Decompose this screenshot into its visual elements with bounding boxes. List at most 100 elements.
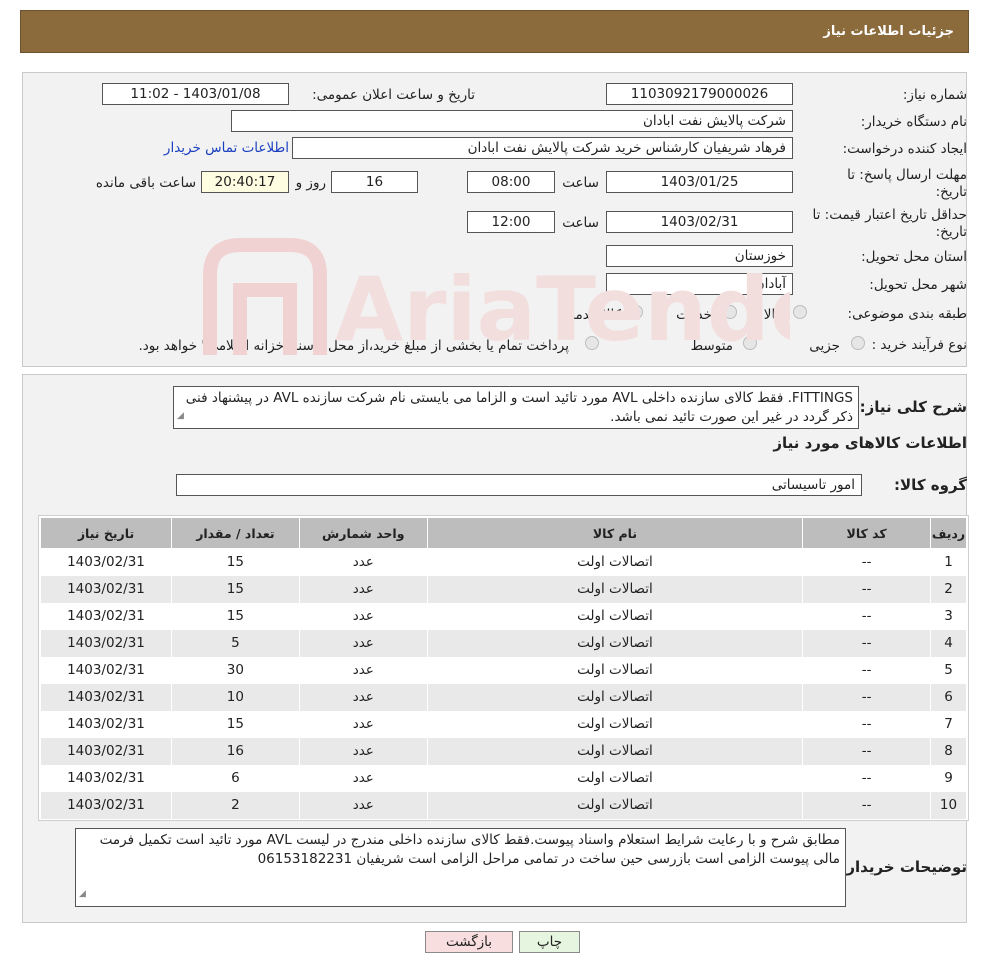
- table-row: 8 -- اتصالات اولت عدد 16 1403/02/31: [40, 737, 967, 765]
- cell-item-name: اتصالات اولت: [426, 548, 804, 576]
- deadline-time-label: ساعت: [562, 175, 599, 191]
- announce-field: 1403/01/08 - 11:02: [102, 83, 289, 105]
- cell-row-number: 9: [930, 764, 967, 792]
- city-field: آبادان: [606, 273, 793, 295]
- buyer-notes-text: مطابق شرح و با رعایت شرایط استعلام واسنا…: [99, 832, 840, 867]
- category-radio-goods[interactable]: [793, 305, 807, 319]
- process-label: نوع فرآیند خرید :: [871, 337, 967, 353]
- province-label: استان محل تحویل:: [861, 249, 967, 265]
- cell-need-date: 1403/02/31: [40, 710, 172, 738]
- print-button[interactable]: چاپ: [519, 931, 580, 953]
- cell-item-name: اتصالات اولت: [426, 629, 804, 657]
- validity-label-date: تاریخ:: [935, 224, 967, 240]
- cell-row-number: 5: [930, 656, 967, 684]
- cell-item-code: --: [802, 710, 932, 738]
- announce-label: تاریخ و ساعت اعلان عمومی:: [312, 87, 475, 103]
- cell-row-number: 7: [930, 710, 967, 738]
- buyer-notes-textarea[interactable]: مطابق شرح و با رعایت شرایط استعلام واسنا…: [75, 828, 846, 907]
- cell-need-date: 1403/02/31: [40, 575, 172, 603]
- cell-need-date: 1403/02/31: [40, 791, 172, 819]
- cell-item-code: --: [802, 656, 932, 684]
- description-text: FITTINGS. فقط کالای سازنده داخلی AVL مور…: [185, 390, 853, 425]
- deadline-label-date: تاریخ:: [935, 184, 967, 200]
- cell-quantity: 5: [170, 629, 300, 657]
- buyer-notes-label: توضیحات خریدار:: [840, 858, 967, 876]
- cell-need-date: 1403/02/31: [40, 683, 172, 711]
- province-field: خوزستان: [606, 245, 793, 267]
- col-name: نام کالا: [426, 517, 804, 549]
- col-row: ردیف: [930, 517, 967, 549]
- cell-quantity: 2: [170, 791, 300, 819]
- table-row: 6 -- اتصالات اولت عدد 10 1403/02/31: [40, 683, 967, 711]
- buyer-org-label: نام دستگاه خریدار:: [860, 114, 967, 130]
- buyer-contact-link[interactable]: اطلاعات تماس خریدار: [164, 140, 289, 156]
- days-field: 16: [331, 171, 418, 193]
- cell-unit: عدد: [298, 602, 428, 630]
- col-quantity: تعداد / مقدار: [170, 517, 300, 549]
- cell-item-code: --: [802, 629, 932, 657]
- category-label: طبقه بندی موضوعی:: [847, 306, 967, 322]
- cell-unit: عدد: [298, 764, 428, 792]
- process-option-medium: متوسط: [690, 338, 733, 354]
- col-code: کد کالا: [802, 517, 932, 549]
- cell-unit: عدد: [298, 548, 428, 576]
- process-radio-minor[interactable]: [851, 336, 865, 350]
- goods-table: ردیف کد کالا نام کالا واحد شمارش تعداد /…: [40, 517, 967, 819]
- table-row: 4 -- اتصالات اولت عدد 5 1403/02/31: [40, 629, 967, 657]
- creator-label: ایجاد کننده درخواست:: [842, 141, 967, 157]
- cell-item-name: اتصالات اولت: [426, 602, 804, 630]
- resize-grip-icon[interactable]: ◢: [177, 407, 184, 426]
- cell-row-number: 3: [930, 602, 967, 630]
- validity-label: حداقل تاریخ اعتبار قیمت: تا: [812, 207, 967, 223]
- category-radio-goods-service[interactable]: [629, 305, 643, 319]
- cell-unit: عدد: [298, 629, 428, 657]
- cell-quantity: 16: [170, 737, 300, 765]
- cell-row-number: 8: [930, 737, 967, 765]
- deadline-time-field: 08:00: [467, 171, 555, 193]
- description-textarea[interactable]: FITTINGS. فقط کالای سازنده داخلی AVL مور…: [173, 386, 859, 429]
- col-date: تاریخ نیاز: [40, 517, 172, 549]
- process-checkbox-treasury[interactable]: [585, 336, 599, 350]
- creator-field: فرهاد شریفیان کارشناس خرید شرکت پالایش ن…: [292, 137, 793, 159]
- cell-item-code: --: [802, 602, 932, 630]
- cell-quantity: 10: [170, 683, 300, 711]
- validity-time-field: 12:00: [467, 211, 555, 233]
- cell-unit: عدد: [298, 737, 428, 765]
- cell-item-code: --: [802, 548, 932, 576]
- goods-group-field: امور تاسیساتی: [176, 474, 862, 496]
- col-unit: واحد شمارش: [298, 517, 428, 549]
- process-treasury-note: پرداخت تمام یا بخشی از مبلغ خرید،از محل …: [138, 338, 569, 354]
- cell-quantity: 15: [170, 602, 300, 630]
- cell-unit: عدد: [298, 575, 428, 603]
- cell-item-name: اتصالات اولت: [426, 656, 804, 684]
- validity-time-label: ساعت: [562, 215, 599, 231]
- cell-item-code: --: [802, 737, 932, 765]
- cell-item-name: اتصالات اولت: [426, 575, 804, 603]
- table-row: 3 -- اتصالات اولت عدد 15 1403/02/31: [40, 602, 967, 630]
- table-row: 2 -- اتصالات اولت عدد 15 1403/02/31: [40, 575, 967, 603]
- cell-quantity: 6: [170, 764, 300, 792]
- cell-row-number: 4: [930, 629, 967, 657]
- cell-item-name: اتصالات اولت: [426, 683, 804, 711]
- cell-row-number: 2: [930, 575, 967, 603]
- cell-row-number: 1: [930, 548, 967, 576]
- process-radio-medium[interactable]: [743, 336, 757, 350]
- resize-grip-icon[interactable]: ◢: [79, 885, 86, 904]
- table-row: 1 -- اتصالات اولت عدد 15 1403/02/31: [40, 548, 967, 576]
- cell-item-name: اتصالات اولت: [426, 710, 804, 738]
- category-option-service: خدمت: [676, 307, 712, 323]
- category-radio-service[interactable]: [723, 305, 737, 319]
- cell-quantity: 15: [170, 548, 300, 576]
- page-header: جزئیات اطلاعات نیاز: [20, 10, 969, 53]
- cell-quantity: 15: [170, 710, 300, 738]
- buyer-org-field: شرکت پالایش نفت ابادان: [231, 110, 793, 132]
- category-option-goods: کالا: [763, 307, 782, 323]
- need-number-label: شماره نیاز:: [902, 87, 967, 103]
- back-button[interactable]: بازگشت: [425, 931, 513, 953]
- cell-quantity: 30: [170, 656, 300, 684]
- cell-need-date: 1403/02/31: [40, 602, 172, 630]
- cell-quantity: 15: [170, 575, 300, 603]
- table-row: 9 -- اتصالات اولت عدد 6 1403/02/31: [40, 764, 967, 792]
- cell-need-date: 1403/02/31: [40, 764, 172, 792]
- cell-unit: عدد: [298, 656, 428, 684]
